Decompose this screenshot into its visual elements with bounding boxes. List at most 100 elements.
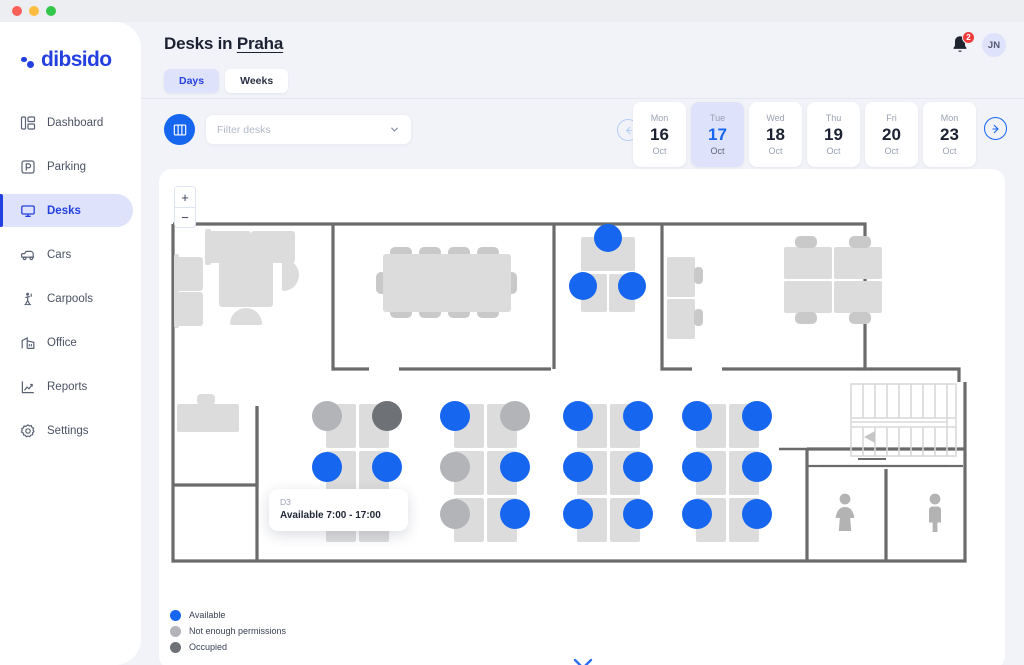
notifications-button[interactable]: 2: [950, 34, 970, 56]
layout-dashboard-icon: [20, 115, 36, 131]
date-card[interactable]: Fri 20 Oct: [865, 102, 918, 167]
next-week-button[interactable]: [984, 117, 1007, 140]
date-card[interactable]: Mon 16 Oct: [633, 102, 686, 167]
date-month: Oct: [884, 146, 898, 156]
date-card-selected[interactable]: Tue 17 Oct: [691, 102, 744, 167]
header-actions: 2 JN: [950, 33, 1006, 57]
logo-dots-icon: [21, 53, 36, 68]
sidebar-item-carpools[interactable]: Carpools: [0, 282, 133, 315]
desk-seat-available: [682, 401, 712, 431]
date-dow: Fri: [886, 113, 897, 123]
sidebar-item-desks[interactable]: Desks: [0, 194, 133, 227]
columns-view-icon: [172, 122, 188, 138]
desk-seat-available: [500, 499, 530, 529]
desk-seat-available: [500, 452, 530, 482]
floorplan-legend: Available Not enough permissions Occupie…: [170, 607, 286, 655]
sidebar-item-parking[interactable]: Parking: [0, 150, 133, 183]
page-title-prefix: Desks in: [164, 34, 237, 53]
notification-badge: 2: [962, 31, 975, 44]
restroom-female-icon: [836, 494, 855, 531]
date-card[interactable]: Thu 19 Oct: [807, 102, 860, 167]
tooltip-desk-status: Available 7:00 - 17:00: [280, 510, 397, 521]
desk-seat-available: [623, 452, 653, 482]
desk-seat-available: [682, 452, 712, 482]
expand-panel-chevron-down-icon[interactable]: [572, 657, 594, 665]
window-maximize-button[interactable]: [46, 6, 56, 16]
sidebar-item-label: Reports: [47, 381, 87, 393]
sidebar-item-label: Settings: [47, 425, 89, 437]
date-dow: Thu: [826, 113, 842, 123]
arrow-right-icon: [990, 123, 1002, 135]
date-card[interactable]: Wed 18 Oct: [749, 102, 802, 167]
brand-logo[interactable]: dibsido: [0, 22, 141, 72]
window-close-button[interactable]: [12, 6, 22, 16]
desk-seat-available: [742, 452, 772, 482]
legend-item-not-enough-permissions: Not enough permissions: [170, 623, 286, 639]
monitor-desk-icon: [20, 203, 36, 219]
view-toggle-button[interactable]: [164, 114, 195, 145]
zoom-in-button[interactable]: +: [175, 187, 195, 207]
open-area-block-2: [440, 401, 530, 542]
date-day: 19: [824, 126, 843, 143]
avatar[interactable]: JN: [982, 33, 1006, 57]
floorplan-svg[interactable]: [159, 169, 1005, 665]
desk-seat-available: [440, 401, 470, 431]
brand-name: dibsido: [41, 48, 111, 72]
filter-desks-placeholder: Filter desks: [217, 124, 389, 136]
date-month: Oct: [942, 146, 956, 156]
sidebar-item-label: Cars: [47, 249, 71, 261]
sidebar-item-label: Desks: [47, 205, 81, 217]
date-month: Oct: [826, 146, 840, 156]
date-day: 18: [766, 126, 785, 143]
filter-toolbar: Filter desks Mon 16 Oct: [141, 98, 1024, 161]
desk-tooltip: D3 Available 7:00 - 17:00: [269, 489, 408, 531]
desk-seat-not-enough-permissions: [440, 452, 470, 482]
location-link[interactable]: Praha: [237, 34, 283, 53]
desk-seat-available: [623, 499, 653, 529]
open-area-block-4: [682, 401, 772, 542]
desk-seat-available: [742, 401, 772, 431]
trend-chart-icon: [20, 379, 36, 395]
open-area-block-3: [563, 401, 653, 542]
sidebar-item-cars[interactable]: Cars: [0, 238, 133, 271]
legend-dot-available: [170, 610, 181, 621]
app-shell: dibsido Dashboard: [0, 22, 1024, 665]
sidebar-item-reports[interactable]: Reports: [0, 370, 133, 403]
window-minimize-button[interactable]: [29, 6, 39, 16]
desk-seat-available: [742, 499, 772, 529]
legend-dot-occupied: [170, 642, 181, 653]
lounge-furniture: [174, 229, 299, 432]
desk-seat-not-enough-permissions: [500, 401, 530, 431]
date-month: Oct: [710, 146, 724, 156]
tab-weeks[interactable]: Weeks: [225, 69, 288, 93]
date-day: 20: [882, 126, 901, 143]
legend-item-occupied: Occupied: [170, 639, 286, 655]
page-header: Desks in Praha 2 JN Days Weeks: [141, 22, 1024, 98]
phone-booth-furniture: [667, 257, 703, 339]
small-office-desks: [569, 224, 646, 312]
legend-dot-not-enough-permissions: [170, 626, 181, 637]
stairwell: [851, 384, 956, 456]
view-mode-tabs: Days Weeks: [164, 69, 288, 93]
sidebar-item-dashboard[interactable]: Dashboard: [0, 106, 133, 139]
legend-label: Not enough permissions: [189, 626, 286, 636]
gear-icon: [20, 423, 36, 439]
zoom-out-button[interactable]: −: [175, 207, 195, 227]
car-icon: [20, 247, 36, 263]
parking-icon: [20, 159, 36, 175]
date-dow: Mon: [941, 113, 959, 123]
carpool-person-icon: [20, 291, 36, 307]
floorplan-card: + −: [159, 169, 1005, 665]
sidebar-item-label: Parking: [47, 161, 86, 173]
filter-desks-select[interactable]: Filter desks: [205, 114, 412, 145]
desk-seat-available: [312, 452, 342, 482]
desk-seat-available: [563, 452, 593, 482]
desk-seat-available: [682, 499, 712, 529]
sidebar-item-settings[interactable]: Settings: [0, 414, 133, 447]
quad-desk-furniture: [784, 236, 882, 324]
tab-days[interactable]: Days: [164, 69, 219, 93]
date-card[interactable]: Mon 23 Oct: [923, 102, 976, 167]
sidebar-item-office[interactable]: Office: [0, 326, 133, 359]
office-building-icon: [20, 335, 36, 351]
page-title: Desks in Praha: [164, 34, 283, 54]
